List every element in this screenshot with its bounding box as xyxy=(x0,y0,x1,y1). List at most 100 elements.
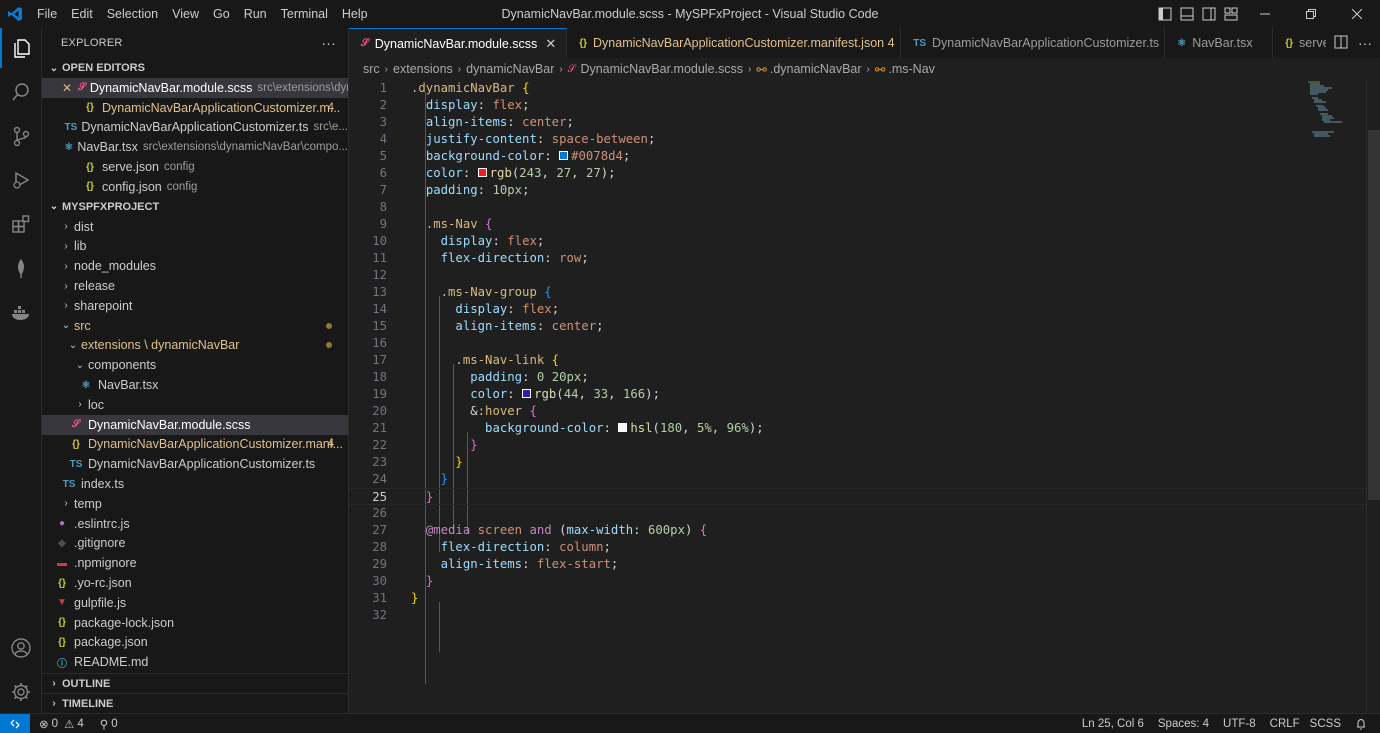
tree-item-file[interactable]: ▬ .npmignore xyxy=(42,553,348,573)
code-line[interactable]: 13 .ms-Nav-group { xyxy=(349,284,1367,301)
code-line[interactable]: 23 } xyxy=(349,454,1367,471)
tree-item-folder[interactable]: ⌄ src xyxy=(42,316,348,336)
tree-item-folder[interactable]: › sharepoint xyxy=(42,296,348,316)
vertical-scrollbar[interactable] xyxy=(1366,80,1380,713)
code-line[interactable]: 26 xyxy=(349,505,1367,522)
code-line[interactable]: 29 align-items: flex-start; xyxy=(349,556,1367,573)
tab-manifest[interactable]: {} DynamicNavBarApplicationCustomizer.man… xyxy=(567,28,902,58)
extensions-icon[interactable] xyxy=(0,204,42,244)
source-control-icon[interactable] xyxy=(0,116,42,156)
code-line[interactable]: 32 xyxy=(349,607,1367,624)
breadcrumb-item[interactable]: DynamicNavBar.module.scss xyxy=(580,62,743,76)
code-line[interactable]: 16 xyxy=(349,335,1367,352)
tree-item-file[interactable]: ▼ gulpfile.js xyxy=(42,593,348,613)
minimize-icon[interactable] xyxy=(1242,0,1288,28)
toggle-secondary-sidebar-icon[interactable] xyxy=(1198,0,1220,28)
code-line[interactable]: 9 .ms-Nav { xyxy=(349,216,1367,233)
search-icon[interactable] xyxy=(0,72,42,112)
tree-item-file[interactable]: 𝒮 DynamicNavBar.module.scss xyxy=(42,414,348,435)
code-line[interactable]: 11 flex-direction: row; xyxy=(349,250,1367,267)
split-editor-icon[interactable] xyxy=(1334,35,1348,52)
breadcrumb-item[interactable]: .dynamicNavBar xyxy=(770,62,862,76)
minimap[interactable] xyxy=(1306,80,1366,140)
code-line[interactable]: 10 display: flex; xyxy=(349,233,1367,250)
tree-item-file[interactable]: {} DynamicNavBarApplicationCustomizer.man… xyxy=(42,435,348,455)
close-window-icon[interactable] xyxy=(1334,0,1380,28)
breadcrumb-item[interactable]: extensions xyxy=(393,62,453,76)
cursor-position[interactable]: Ln 25, Col 6 xyxy=(1077,718,1149,730)
code-line[interactable]: 15 align-items: center; xyxy=(349,318,1367,335)
menu-selection[interactable]: Selection xyxy=(100,7,165,21)
tab-customizer-ts[interactable]: TS DynamicNavBarApplicationCustomizer.ts xyxy=(901,28,1166,58)
tree-item-file[interactable]: ● .eslintrc.js xyxy=(42,514,348,534)
settings-gear-icon[interactable] xyxy=(0,672,42,712)
menu-terminal[interactable]: Terminal xyxy=(274,7,335,21)
open-editor-item[interactable]: {} DynamicNavBarApplicationCustomizer.m..… xyxy=(42,98,348,118)
code-line[interactable]: 3 align-items: center; xyxy=(349,114,1367,131)
tree-item-file[interactable]: TS DynamicNavBarApplicationCustomizer.ts xyxy=(42,454,348,474)
indentation-setting[interactable]: Spaces: 4 xyxy=(1153,718,1214,730)
tree-item-file[interactable]: ⚛ NavBar.tsx xyxy=(42,375,348,395)
code-line[interactable]: 25 } xyxy=(349,488,1367,505)
code-line[interactable]: 20 &:hover { xyxy=(349,403,1367,420)
tree-item-file[interactable]: {} .yo-rc.json xyxy=(42,573,348,593)
project-header[interactable]: ⌄ MYSPFXPROJECT xyxy=(42,197,348,217)
code-line[interactable]: 21 background-color: hsl(180, 5%, 96%); xyxy=(349,420,1367,437)
open-editor-item[interactable]: {} serve.json config xyxy=(42,157,348,177)
toggle-primary-sidebar-icon[interactable] xyxy=(1154,0,1176,28)
problems-indicator[interactable]: ⊗ 0 ⚠ 4 xyxy=(34,717,89,731)
code-line[interactable]: 18 padding: 0 20px; xyxy=(349,369,1367,386)
toggle-panel-icon[interactable] xyxy=(1176,0,1198,28)
tree-item-folder[interactable]: › node_modules xyxy=(42,256,348,276)
code-line[interactable]: 14 display: flex; xyxy=(349,301,1367,318)
open-editor-item[interactable]: ⚛ NavBar.tsx src\extensions\dynamicNavBar\… xyxy=(42,137,348,157)
tree-item-file[interactable]: ⓘ README.md xyxy=(42,652,348,672)
code-line[interactable]: 8 xyxy=(349,199,1367,216)
code-line[interactable]: 1 .dynamicNavBar { xyxy=(349,80,1367,97)
explorer-icon[interactable] xyxy=(0,28,42,68)
code-line[interactable]: 12 xyxy=(349,267,1367,284)
timeline-header[interactable]: › TIMELINE xyxy=(42,693,348,713)
tree-item-file[interactable]: {} package-lock.json xyxy=(42,613,348,633)
menu-help[interactable]: Help xyxy=(335,7,375,21)
menu-edit[interactable]: Edit xyxy=(64,7,100,21)
code-editor[interactable]: 1 .dynamicNavBar {2 display: flex; 3 align… xyxy=(349,80,1380,713)
open-editor-item[interactable]: ✕ 𝒮 DynamicNavBar.module.scss src\extension… xyxy=(42,78,348,98)
tree-item-file[interactable]: TS index.ts xyxy=(42,474,348,494)
tree-item-file[interactable]: ◆ .gitignore xyxy=(42,534,348,554)
code-line[interactable]: 24 } xyxy=(349,471,1367,488)
tree-item-folder[interactable]: › temp xyxy=(42,494,348,514)
code-line[interactable]: 28 flex-direction: column; xyxy=(349,539,1367,556)
open-editors-header[interactable]: ⌄ OPEN EDITORS xyxy=(42,58,348,78)
menu-view[interactable]: View xyxy=(165,7,206,21)
ports-indicator[interactable]: ⚲ 0 xyxy=(95,717,123,731)
tree-item-folder[interactable]: › release xyxy=(42,276,348,296)
scrollbar-thumb[interactable] xyxy=(1368,130,1380,500)
tree-item-folder[interactable]: › dist xyxy=(42,217,348,237)
open-editor-item[interactable]: {} config.json config xyxy=(42,177,348,197)
tree-item-file[interactable]: {} package.json xyxy=(42,633,348,653)
close-icon[interactable]: ✕ xyxy=(545,36,556,52)
customize-layout-icon[interactable] xyxy=(1220,0,1242,28)
code-line[interactable]: 6 color: rgb(243, 27, 27); xyxy=(349,165,1367,182)
menu-file[interactable]: File xyxy=(30,7,64,21)
mongodb-leaf-icon[interactable] xyxy=(0,248,42,288)
code-line[interactable]: 17 .ms-Nav-link { xyxy=(349,352,1367,369)
restore-icon[interactable] xyxy=(1288,0,1334,28)
code-line[interactable]: 30 } xyxy=(349,573,1367,590)
tree-item-folder[interactable]: ⌄ extensions \ dynamicNavBar xyxy=(42,336,348,356)
notifications-bell-icon[interactable] xyxy=(1350,718,1372,730)
outline-header[interactable]: › OUTLINE xyxy=(42,673,348,693)
more-actions-icon[interactable]: ··· xyxy=(321,35,336,51)
code-line[interactable]: 7 padding: 10px; xyxy=(349,182,1367,199)
language-mode[interactable]: SCSS xyxy=(1305,718,1346,730)
code-line[interactable]: 27 @media screen and (max-width: 600px) … xyxy=(349,522,1367,539)
breadcrumb-item[interactable]: .ms-Nav xyxy=(888,62,935,76)
docker-icon[interactable] xyxy=(0,292,42,332)
remote-indicator-icon[interactable] xyxy=(0,713,30,733)
code-line[interactable]: 4 justify-content: space-between; xyxy=(349,131,1367,148)
code-line[interactable]: 2 display: flex; xyxy=(349,97,1367,114)
breadcrumb-item[interactable]: dynamicNavBar xyxy=(466,62,554,76)
tree-item-folder[interactable]: › loc xyxy=(42,395,348,415)
encoding-setting[interactable]: UTF-8 xyxy=(1218,718,1261,730)
